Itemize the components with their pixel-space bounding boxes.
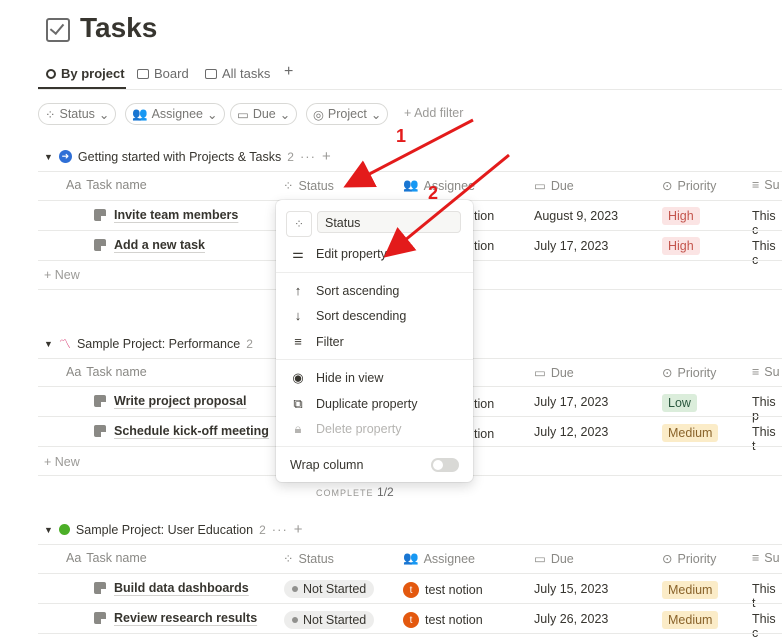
annotation-arrow-1 — [343, 118, 474, 188]
annotation-label-2: 2 — [428, 183, 439, 203]
annotation-label-1: 1 — [396, 126, 407, 146]
annotation-arrows — [343, 118, 510, 258]
annotation-arrow-2 — [383, 153, 510, 258]
